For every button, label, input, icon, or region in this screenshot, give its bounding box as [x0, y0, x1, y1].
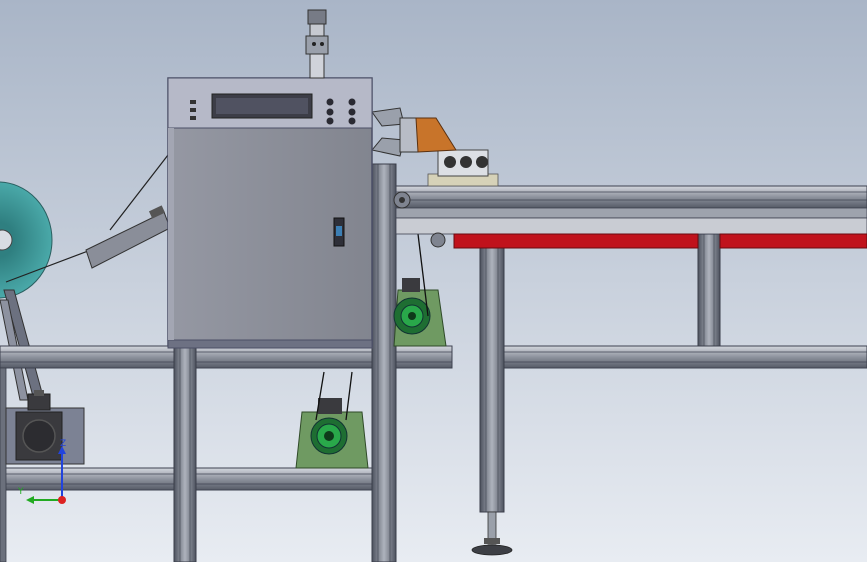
triad-origin: [58, 496, 66, 504]
conveyor[interactable]: [393, 185, 867, 249]
cabinet-door-latch[interactable]: [333, 217, 345, 247]
triad-y-label: Y: [17, 487, 24, 497]
product-fixture[interactable]: [427, 149, 499, 187]
machine-assembly-view[interactable]: Y Z: [0, 0, 867, 562]
cad-viewport[interactable]: Y Z: [0, 0, 867, 562]
triad-z-label: Z: [60, 439, 66, 449]
hmi-display[interactable]: [211, 93, 313, 119]
